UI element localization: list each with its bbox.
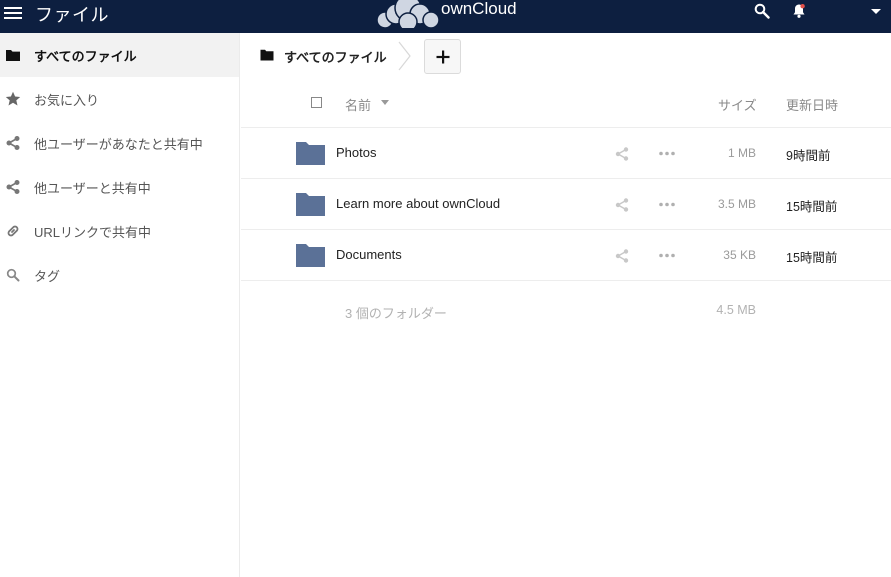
- bell-icon[interactable]: [792, 3, 806, 19]
- folder-icon[interactable]: [260, 49, 274, 61]
- chevron-down-icon[interactable]: [870, 6, 882, 16]
- file-list: 名前 サイズ 更新日時 Photos 1 MB 9時間前 Learn more …: [241, 77, 891, 341]
- plus-icon: [436, 50, 449, 63]
- folder-icon: [296, 193, 325, 216]
- column-header-modified[interactable]: 更新日時: [786, 95, 838, 114]
- file-size: 35 KB: [723, 248, 756, 262]
- table-row[interactable]: Learn more about ownCloud 3.5 MB 15時間前: [241, 179, 891, 230]
- tag-search-icon: [6, 268, 20, 282]
- file-modified: 9時間前: [786, 149, 831, 163]
- sidebar-item-tags[interactable]: タグ: [0, 253, 239, 297]
- share-icon[interactable]: [615, 249, 629, 263]
- sidebar-item-label: お気に入り: [34, 92, 100, 108]
- file-name[interactable]: Documents: [336, 247, 402, 262]
- more-actions-icon[interactable]: [659, 202, 675, 207]
- file-size: 3.5 MB: [717, 197, 756, 211]
- file-name[interactable]: Learn more about ownCloud: [336, 196, 500, 211]
- table-row[interactable]: Photos 1 MB 9時間前: [241, 128, 891, 179]
- app-title[interactable]: ファイル: [35, 1, 109, 27]
- sidebar-item-all-files[interactable]: すべてのファイル: [0, 33, 239, 77]
- star-icon: [5, 91, 21, 106]
- new-button[interactable]: [424, 39, 461, 74]
- sidebar-item-label: タグ: [34, 268, 61, 284]
- file-name[interactable]: Photos: [336, 145, 376, 160]
- file-modified: 15時間前: [786, 200, 838, 214]
- sidebar-item-label: すべてのファイル: [34, 48, 137, 64]
- file-size: 1 MB: [727, 146, 756, 160]
- sidebar-item-shared-by-link[interactable]: URLリンクで共有中: [0, 209, 239, 253]
- column-header-name[interactable]: 名前: [345, 95, 371, 114]
- menu-icon[interactable]: [4, 5, 22, 19]
- link-icon: [7, 225, 19, 237]
- breadcrumb-separator-icon: [398, 41, 411, 71]
- share-icon[interactable]: [615, 147, 629, 161]
- sidebar: すべてのファイル お気に入り 他ユーザーがあなたと共有中 他ユーザーと共有中 U…: [0, 33, 240, 577]
- controls-bar: すべてのファイル: [241, 33, 891, 77]
- search-icon[interactable]: [754, 3, 770, 19]
- column-header-size[interactable]: サイズ: [718, 95, 757, 114]
- top-header: ファイル ownCloud: [0, 0, 891, 33]
- folder-icon: [6, 50, 20, 61]
- sort-caret-icon[interactable]: [381, 100, 389, 105]
- table-row[interactable]: Documents 35 KB 15時間前: [241, 230, 891, 281]
- file-list-summary: 3 個のフォルダー 4.5 MB: [241, 281, 891, 341]
- share-icon: [6, 136, 20, 150]
- share-icon[interactable]: [615, 198, 629, 212]
- sidebar-item-label: 他ユーザーと共有中: [34, 180, 151, 196]
- folder-icon: [296, 142, 325, 165]
- sidebar-item-favorites[interactable]: お気に入り: [0, 77, 239, 121]
- select-all-checkbox[interactable]: [311, 97, 322, 108]
- breadcrumb-all-files[interactable]: すべてのファイル: [284, 47, 387, 66]
- summary-size: 4.5 MB: [716, 303, 756, 317]
- sidebar-item-label: 他ユーザーがあなたと共有中: [34, 136, 203, 152]
- more-actions-icon[interactable]: [659, 253, 675, 258]
- brand-name: ownCloud: [441, 0, 517, 18]
- summary-count: 3 個のフォルダー: [345, 306, 447, 321]
- file-modified: 15時間前: [786, 251, 838, 265]
- share-icon: [6, 180, 20, 194]
- folder-icon: [296, 244, 325, 267]
- sidebar-item-label: URLリンクで共有中: [34, 224, 152, 240]
- owncloud-logo[interactable]: [375, 0, 441, 28]
- sidebar-item-shared-with-others[interactable]: 他ユーザーと共有中: [0, 165, 239, 209]
- table-header: 名前 サイズ 更新日時: [241, 77, 891, 128]
- sidebar-item-shared-with-you[interactable]: 他ユーザーがあなたと共有中: [0, 121, 239, 165]
- more-actions-icon[interactable]: [659, 151, 675, 156]
